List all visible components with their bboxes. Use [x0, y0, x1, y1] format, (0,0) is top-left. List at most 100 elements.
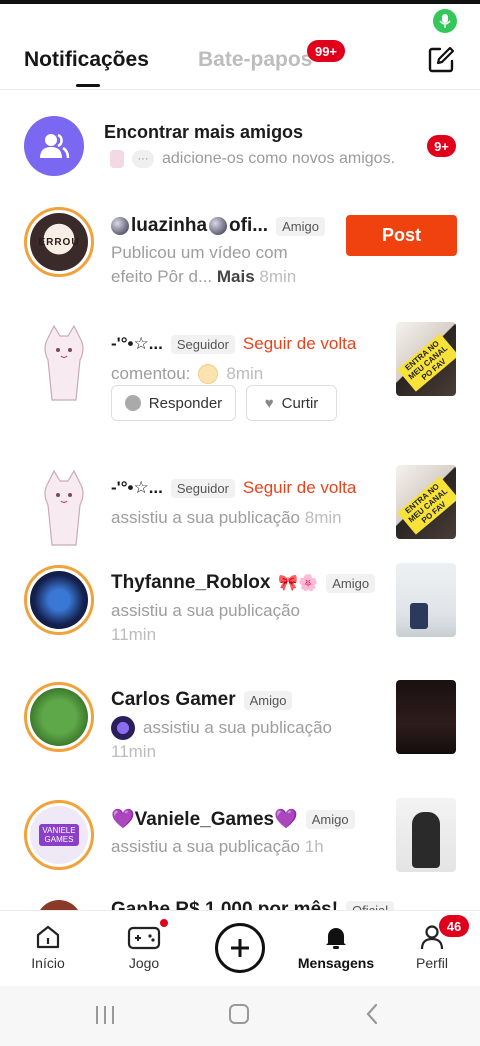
plus-icon: [231, 939, 249, 957]
relation-tag: Amigo: [305, 809, 355, 829]
post-thumbnail[interactable]: [396, 563, 456, 637]
comment-icon: [124, 395, 141, 411]
relation-tag: Amigo: [276, 216, 325, 236]
back-icon[interactable]: [364, 1002, 380, 1026]
user-name[interactable]: Ganhe R$ 1.000 por mês!: [111, 899, 338, 910]
bow-emoji: 🎀🌸: [278, 575, 319, 592]
notification-header: luazinha ofi... Amigo: [111, 215, 325, 237]
notification-line-row: assistiu a sua publicação: [111, 716, 332, 740]
avatar[interactable]: [36, 469, 92, 549]
user-name[interactable]: 💜Vaniele_Games💜: [111, 807, 298, 831]
more-dots-chip: ···: [132, 150, 154, 168]
like-button[interactable]: ♥ Curtir: [246, 385, 337, 421]
post-button[interactable]: Post: [346, 215, 457, 256]
game-avatar-icon: [111, 716, 135, 740]
avatar[interactable]: [24, 565, 94, 635]
timestamp: 8min: [259, 267, 297, 286]
notification-text: Publicou um vídeo com efeito Pôr d... Ma…: [111, 241, 296, 289]
find-friends-badge: 9+: [427, 135, 456, 157]
timestamp: 11min: [111, 625, 157, 644]
notification-header: -'°•☆... Seguidor Seguir de volta: [111, 334, 356, 354]
friends-icon: [24, 116, 84, 176]
user-name[interactable]: Carlos Gamer: [111, 689, 236, 711]
notification-item[interactable]: VANIELE GAMES 💜Vaniele_Games💜 Amigo assi…: [0, 790, 480, 895]
more-link[interactable]: Mais: [217, 267, 255, 286]
relation-tag: Amigo: [243, 690, 293, 710]
user-name[interactable]: luazinha: [131, 215, 207, 237]
recent-apps-icon[interactable]: [93, 1004, 117, 1026]
notification-line-2: efeito Pôr d... Mais 8min: [111, 265, 296, 289]
nav-home-label: Início: [31, 955, 65, 971]
home-button-icon[interactable]: [228, 1003, 250, 1025]
chats-badge: 99+: [307, 40, 345, 62]
avatar[interactable]: [24, 682, 94, 752]
notification-line-text: efeito Pôr d...: [111, 267, 213, 286]
moon-icon: [209, 217, 228, 235]
tab-notifications[interactable]: Notificações: [24, 48, 149, 72]
post-thumbnail[interactable]: [396, 680, 456, 754]
notification-header: 💜Vaniele_Games💜 Amigo: [111, 807, 355, 831]
relation-tag: Seguidor: [170, 478, 235, 498]
relation-tag: Amigo: [326, 573, 376, 593]
heart-icon: ♥: [264, 394, 274, 412]
reply-label: Responder: [148, 394, 223, 412]
notification-text: comentou: 8min: [111, 362, 263, 386]
notification-item[interactable]: Thyfanne_Roblox 🎀🌸 Amigo assistiu a sua …: [0, 555, 480, 670]
user-name[interactable]: Thyfanne_Roblox: [111, 572, 270, 594]
notification-item[interactable]: Carlos Gamer Amigo assistiu a sua public…: [0, 672, 480, 790]
bottom-nav: Início Jogo Mensagens Perfil 46: [0, 910, 480, 986]
user-name-suffix: ofi...: [229, 215, 269, 236]
notification-line: comentou:: [111, 364, 191, 383]
avatar[interactable]: VANIELE GAMES: [24, 800, 94, 870]
timestamp: 11min: [111, 742, 157, 761]
notification-item[interactable]: -'°•☆... Seguidor Seguir de volta coment…: [0, 310, 480, 450]
notification-text: assistiu a sua publicação 11min: [111, 716, 332, 764]
compose-icon[interactable]: [426, 45, 456, 75]
post-thumbnail[interactable]: ENTRA NO MEU CANAL PO FAV: [396, 465, 456, 539]
follow-back-link[interactable]: Seguir de volta: [243, 334, 356, 354]
find-friends-row[interactable]: Encontrar mais amigos ··· adicione-os co…: [0, 100, 480, 190]
post-thumbnail[interactable]: [396, 798, 456, 872]
avatar[interactable]: [36, 900, 82, 910]
thumbnail-text: ENTRA NO MEU CANAL PO FAV: [397, 333, 456, 392]
notification-item[interactable]: ERROU luazinha ofi... Amigo Publicou um …: [0, 195, 480, 310]
home-icon: [36, 925, 60, 949]
gamepad-icon: [127, 926, 161, 950]
nav-messages-label: Mensagens: [297, 955, 375, 971]
nav-game-label: Jogo: [128, 955, 160, 971]
moon-icon: [111, 217, 129, 235]
relation-tag: Seguidor: [170, 334, 235, 354]
mic-icon: [433, 9, 457, 33]
tab-chats[interactable]: Bate-papos: [198, 48, 312, 72]
notification-line: assistiu a sua publicação: [143, 718, 333, 737]
header: Notificações Bate-papos 99+: [0, 40, 480, 90]
avatar-text: ERROU: [38, 236, 80, 248]
profile-badge: 46: [439, 915, 469, 937]
reply-button[interactable]: Responder: [111, 385, 236, 421]
avatar[interactable]: [36, 324, 92, 404]
timestamp: 1h: [304, 837, 324, 856]
notification-line: Publicou um vídeo com: [111, 243, 288, 262]
user-name[interactable]: -'°•☆...: [111, 478, 163, 498]
game-notification-dot: [160, 919, 168, 927]
create-button[interactable]: [215, 923, 265, 973]
notification-line: assistiu a sua publicação: [111, 508, 301, 527]
nav-game[interactable]: Jogo: [104, 923, 184, 971]
user-name[interactable]: -'°•☆...: [111, 334, 163, 354]
timestamp: 8min: [304, 508, 342, 527]
notification-line: assistiu a sua publicação: [111, 601, 301, 620]
smile-emoji-icon: [198, 364, 219, 384]
tab-active-indicator: [76, 84, 100, 87]
notification-item[interactable]: -'°•☆... Seguidor Seguir de volta assist…: [0, 455, 480, 555]
notification-item[interactable]: Ganhe R$ 1.000 por mês! Oficial: [0, 895, 480, 910]
relation-tag: Oficial: [346, 900, 395, 910]
post-thumbnail[interactable]: ENTRA NO MEU CANAL PO FAV: [396, 322, 456, 396]
find-friends-title: Encontrar mais amigos: [104, 122, 304, 142]
avatar[interactable]: ERROU: [24, 207, 94, 277]
nav-home[interactable]: Início: [8, 923, 88, 971]
mini-avatar: [110, 150, 124, 168]
status-bar-line: [0, 0, 480, 4]
notification-text: assistiu a sua publicação 8min: [111, 506, 342, 530]
nav-messages[interactable]: Mensagens: [296, 923, 376, 971]
follow-back-link[interactable]: Seguir de volta: [243, 478, 356, 498]
